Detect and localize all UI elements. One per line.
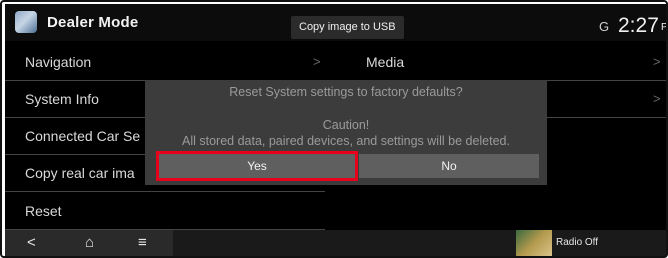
page-title: Dealer Mode — [47, 14, 139, 31]
header-bar: Dealer Mode Copy image to USB G 2:27 P — [5, 4, 666, 41]
menu-item-label: Reset — [25, 203, 62, 219]
menu-item-label: Connected Car Se — [25, 128, 141, 144]
media-thumbnail[interactable] — [516, 230, 552, 257]
dialog-caution: Caution! — [322, 118, 370, 132]
menu-item-reset[interactable]: Reset — [5, 193, 325, 230]
back-icon[interactable]: < — [27, 234, 36, 251]
menu-item-label: Media — [366, 54, 405, 70]
chevron-right-icon: > — [653, 54, 661, 69]
no-button[interactable]: No — [359, 154, 539, 178]
menu-item-label: Copy real car ima — [25, 165, 135, 181]
menu-item-navigation[interactable]: Navigation > — [5, 44, 325, 81]
nav-buttons: < ⌂ ≡ — [5, 230, 173, 257]
app-icon — [15, 11, 37, 33]
menu-item-label: Navigation — [25, 54, 92, 70]
chevron-right-icon: > — [313, 54, 321, 69]
menu-item-media[interactable]: Media > — [360, 44, 666, 81]
copy-image-to-usb-button[interactable]: Copy image to USB — [291, 16, 404, 39]
clock-suffix: P — [661, 22, 666, 33]
dialog-title: Reset System settings to factory default… — [229, 85, 463, 99]
menu-item-label: System Info — [25, 91, 99, 107]
screen: Dealer Mode Copy image to USB G 2:27 P N… — [5, 4, 666, 257]
status-icon: G — [599, 19, 610, 34]
reset-dialog: Reset System settings to factory default… — [145, 80, 547, 185]
dialog-message: All stored data, paired devices, and set… — [182, 134, 510, 148]
radio-status[interactable]: Radio Off — [556, 237, 598, 248]
home-icon[interactable]: ⌂ — [85, 234, 94, 251]
clock: 2:27 — [618, 14, 659, 37]
menu-icon[interactable]: ≡ — [138, 234, 147, 251]
yes-button[interactable]: Yes — [159, 154, 355, 178]
chevron-right-icon: > — [653, 91, 661, 106]
bottom-bar: < ⌂ ≡ Radio Off — [5, 230, 666, 257]
